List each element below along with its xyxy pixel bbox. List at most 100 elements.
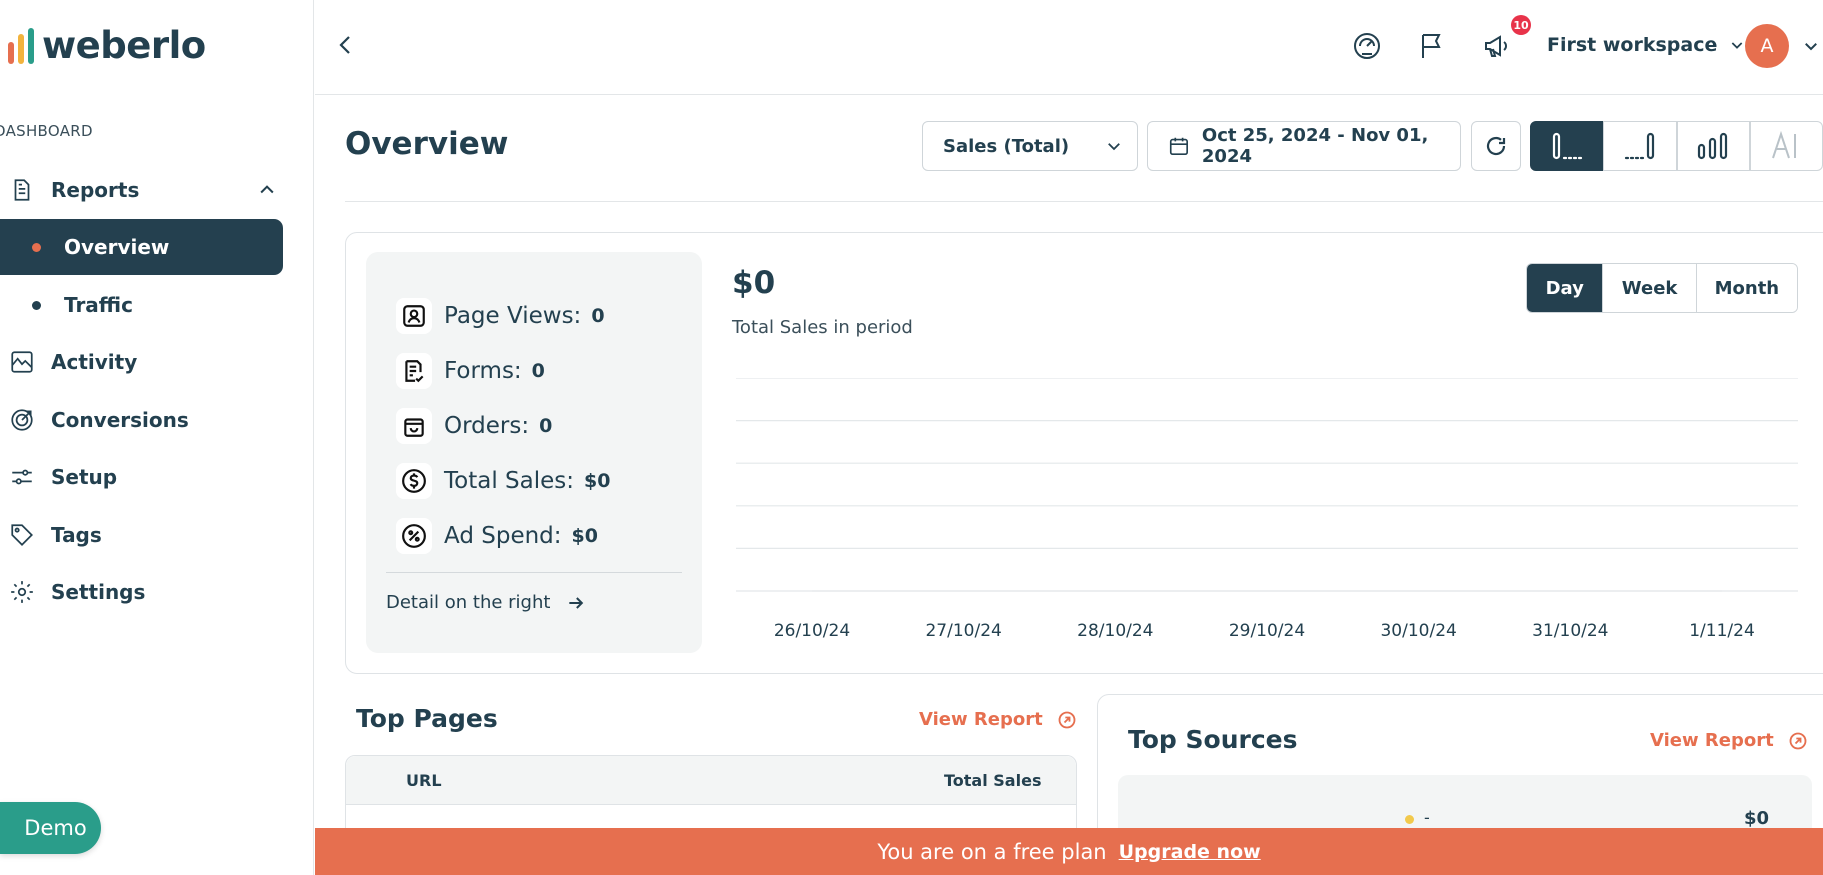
sidebar-item-settings[interactable]: Settings (0, 564, 283, 620)
flag-icon[interactable] (1416, 30, 1448, 62)
stat-label: Forms: (444, 358, 522, 384)
x-tick-label: 27/10/24 (925, 621, 1001, 638)
x-tick-label: 1/11/24 (1689, 621, 1755, 638)
dot-icon (32, 300, 41, 310)
view-all-bars-button[interactable] (1676, 121, 1750, 171)
stat-page-views: Page Views: 0 (396, 298, 605, 334)
metric-select-value: Sales (Total) (943, 135, 1070, 157)
stat-value: $0 (584, 470, 611, 492)
gear-icon (11, 581, 33, 603)
source-legend-dot (1405, 815, 1414, 824)
stat-label: Orders: (444, 413, 530, 439)
target-icon (11, 409, 33, 431)
sidebar-item-setup[interactable]: Setup (0, 449, 283, 505)
period-toggle: Day Week Month (1526, 263, 1798, 313)
top-pages-title: Top Pages (356, 704, 498, 733)
first-bar-icon (1552, 132, 1582, 160)
date-range-picker[interactable]: Oct 25, 2024 - Nov 01, 2024 (1147, 121, 1461, 171)
detail-link-label: Detail on the right (386, 592, 551, 613)
sidebar-item-tags[interactable]: Tags (0, 507, 283, 563)
logo-mark-icon (8, 27, 34, 64)
sidebar-item-overview[interactable]: Overview (0, 219, 283, 275)
total-sales-value: $0 (732, 265, 776, 301)
view-ai-button[interactable] (1749, 121, 1823, 171)
demo-button[interactable]: Demo (0, 802, 101, 854)
stat-label: Page Views: (444, 303, 582, 329)
period-week-button[interactable]: Week (1603, 264, 1697, 312)
stat-value: $0 (571, 525, 598, 547)
workspace-switcher[interactable]: First workspace (1547, 34, 1745, 56)
sidebar-item-label: Settings (51, 580, 146, 604)
period-day-button[interactable]: Day (1527, 264, 1604, 312)
view-last-bar-button[interactable] (1603, 121, 1677, 171)
refresh-button[interactable] (1471, 121, 1521, 171)
top-sources-view-report-link[interactable]: View Report (1650, 730, 1808, 751)
total-sales-label: Total Sales in period (732, 317, 913, 338)
top-bar: 10 First workspace A (315, 0, 1823, 95)
active-dot-icon (32, 242, 41, 252)
ai-icon (1772, 131, 1797, 159)
dollar-circle-icon (396, 463, 432, 499)
back-chevron-icon[interactable] (334, 33, 358, 57)
brand-logo[interactable]: weberlo (8, 24, 206, 67)
user-square-icon (396, 298, 432, 334)
arrow-circle-icon (1058, 711, 1076, 728)
detail-link[interactable]: Detail on the right (386, 592, 586, 613)
refresh-icon (1486, 136, 1506, 156)
activity-chart-icon (11, 351, 33, 373)
x-tick-label: 30/10/24 (1380, 621, 1456, 638)
all-bars-icon (1698, 132, 1728, 160)
stat-value: 0 (531, 360, 545, 382)
view-report-label: View Report (1650, 730, 1774, 751)
tag-icon (11, 524, 33, 546)
sidebar-item-label: Traffic (64, 293, 133, 317)
chevron-up-icon[interactable] (257, 180, 277, 200)
stat-orders: Orders: 0 (396, 408, 552, 444)
top-pages-view-report-link[interactable]: View Report (919, 709, 1077, 730)
source-value: $0 (1744, 808, 1770, 829)
document-icon (14, 179, 30, 201)
stat-label: Total Sales: (444, 468, 574, 494)
sliders-icon (12, 469, 32, 485)
free-plan-banner: You are on a free plan Upgrade now (315, 828, 1823, 875)
column-header-url[interactable]: URL (406, 771, 442, 790)
sidebar-item-conversions[interactable]: Conversions (0, 392, 283, 448)
sidebar-item-reports[interactable]: Reports (0, 162, 283, 218)
upgrade-now-link[interactable]: Upgrade now (1119, 841, 1261, 863)
chevron-down-icon (1732, 42, 1743, 49)
brand-name: weberlo (42, 24, 206, 67)
form-check-icon (396, 353, 432, 389)
view-first-bar-button[interactable] (1530, 121, 1604, 171)
date-range-value: Oct 25, 2024 - Nov 01, 2024 (1201, 125, 1429, 167)
metric-select[interactable]: Sales (Total) (922, 121, 1138, 171)
period-month-button[interactable]: Month (1696, 264, 1797, 312)
workspace-name: First workspace (1547, 34, 1718, 56)
page-title: Overview (345, 126, 509, 162)
avatar[interactable]: A (1745, 24, 1789, 68)
x-tick-label: 26/10/24 (774, 621, 850, 638)
chevron-down-icon[interactable] (1802, 37, 1820, 55)
stats-panel: Page Views: 0 Forms: 0 Orders: 0 Total S… (366, 252, 702, 653)
stat-total-sales: Total Sales: $0 (396, 463, 610, 499)
chart-view-toggle (1530, 121, 1823, 171)
sidebar-item-traffic[interactable]: Traffic (0, 277, 283, 333)
sales-chart: 26/10/24 27/10/24 28/10/24 29/10/24 30/10/24… (736, 378, 1798, 638)
column-header-total-sales[interactable]: Total Sales (944, 771, 1041, 790)
stat-value: 0 (539, 415, 553, 437)
chevron-down-icon (1108, 143, 1120, 151)
stat-label: Ad Spend: (444, 523, 562, 549)
stat-value: 0 (591, 305, 605, 327)
stats-divider (386, 572, 682, 573)
speedometer-icon[interactable] (1351, 30, 1383, 62)
x-tick-label: 28/10/24 (1077, 621, 1153, 638)
section-label-dashboard: DASHBOARD (0, 122, 93, 140)
banner-text: You are on a free plan (877, 839, 1107, 864)
sidebar-item-label: Overview (64, 235, 170, 259)
megaphone-icon[interactable] (1481, 30, 1513, 62)
sidebar-item-activity[interactable]: Activity (0, 334, 283, 390)
calendar-icon (1169, 137, 1188, 156)
top-sources-title: Top Sources (1128, 725, 1298, 754)
view-report-label: View Report (919, 709, 1043, 730)
stat-ad-spend: Ad Spend: $0 (396, 518, 598, 554)
sidebar: weberlo DASHBOARD Reports Overview Traff… (0, 0, 314, 875)
